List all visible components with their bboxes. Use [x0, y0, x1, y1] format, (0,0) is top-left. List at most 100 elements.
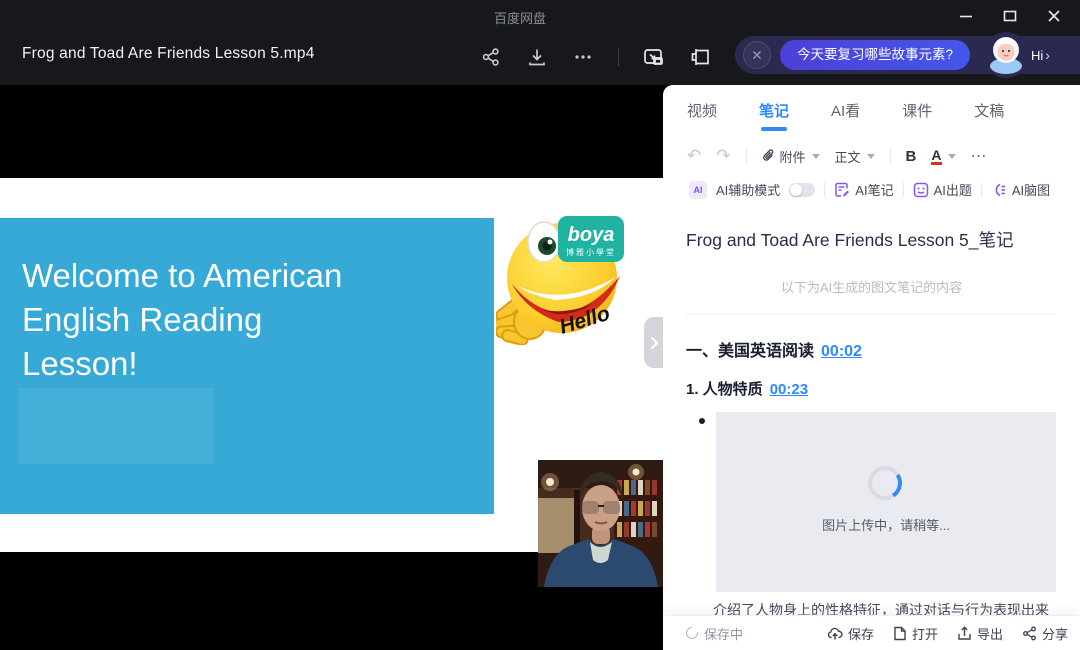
upload-spinner-icon — [865, 463, 905, 503]
open-label: 打开 — [912, 624, 938, 643]
share-nodes-icon — [1022, 626, 1037, 641]
notes-panel: 视频 笔记 AI看 课件 文稿 ↶ ↷ 附件 正文 B — [663, 85, 1080, 650]
toolbar-separator — [890, 149, 891, 164]
toolbar-separator — [746, 149, 747, 164]
panel-tabs: 视频 笔记 AI看 课件 文稿 — [687, 100, 1004, 129]
app-title: 百度网盘 — [440, 8, 600, 27]
paragraph-style-caret-icon — [867, 154, 875, 159]
open-button[interactable]: 打开 — [893, 624, 938, 643]
content-divider — [686, 314, 1056, 315]
share-label: 分享 — [1042, 624, 1068, 643]
attachment-button[interactable]: 附件 — [762, 147, 820, 166]
ai-mode-icon: AI — [689, 181, 707, 199]
assistant-greeting[interactable]: Hi — [1031, 48, 1043, 63]
baidu-netdisk-window: 百度网盘 Frog and Toad Are Friends Lesson 5.… — [0, 0, 1080, 650]
ai-note-button[interactable]: AI笔记 — [834, 180, 893, 199]
font-color-button[interactable]: A — [931, 148, 955, 165]
tab-notes[interactable]: 笔记 — [759, 100, 789, 129]
font-color-label: A — [931, 148, 941, 165]
save-button[interactable]: 保存 — [827, 624, 874, 643]
statusbar-actions: 保存 打开 导出 — [827, 624, 1068, 643]
export-label: 导出 — [977, 624, 1003, 643]
note-title[interactable]: Frog and Toad Are Friends Lesson 5_笔记 — [686, 227, 1014, 252]
note-paragraph-clipped[interactable]: 介绍了人物身上的性格特征，通过对话与行为表现出来 — [713, 600, 1050, 615]
boya-logo-subtitle: 博雅小學堂 — [566, 247, 616, 257]
share-icon[interactable] — [480, 46, 502, 68]
presentation-slide: Welcome to American English Reading Less… — [0, 218, 494, 514]
attachment-caret-icon — [812, 154, 820, 159]
smiley-mascot: boya 博雅小學堂 Hello — [496, 208, 636, 345]
upload-status-text: 图片上传中，请稍等... — [716, 515, 1056, 534]
ai-note-icon — [834, 182, 850, 198]
close-button[interactable] — [1038, 4, 1070, 28]
bold-button[interactable]: B — [906, 148, 917, 165]
video-actions — [480, 42, 711, 72]
toolbar-more-icon[interactable]: ⋯ — [971, 146, 988, 166]
slide-ghost-box — [18, 388, 214, 464]
download-icon[interactable] — [526, 46, 548, 68]
paragraph-style-label: 正文 — [835, 147, 861, 166]
panel-statusbar: 保存中 保存 打开 — [663, 615, 1080, 650]
cast-screen-icon[interactable] — [689, 46, 711, 68]
file-icon — [893, 626, 907, 641]
share-note-button[interactable]: 分享 — [1022, 624, 1068, 643]
header-separator — [618, 48, 619, 66]
ai-mode-toggle[interactable] — [789, 183, 815, 197]
timestamp-link-2[interactable]: 00:23 — [770, 381, 808, 398]
more-options-icon[interactable] — [572, 46, 594, 68]
boya-logo-text: boya — [568, 224, 615, 246]
note-heading-1: 一、美国英语阅读 00:02 — [686, 337, 862, 361]
ai-toolbar-separator — [981, 182, 982, 197]
export-icon — [957, 626, 972, 641]
ai-generated-hint: 以下为AI生成的图文笔记的内容 — [663, 277, 1080, 296]
tab-courseware[interactable]: 课件 — [902, 100, 932, 129]
redo-icon[interactable]: ↷ — [716, 146, 730, 166]
image-upload-placeholder: 图片上传中，请稍等... — [716, 412, 1056, 592]
heading-1-text: 一、美国英语阅读 — [686, 343, 814, 360]
heading-2-text: 1. 人物特质 — [686, 381, 763, 398]
font-color-caret-icon — [948, 154, 956, 159]
ai-mindmap-button[interactable]: AI脑图 — [991, 180, 1050, 199]
ai-mindmap-label: AI脑图 — [1012, 180, 1050, 199]
saving-status: 保存中 — [686, 624, 743, 643]
paperclip-icon — [762, 149, 776, 163]
ai-quiz-icon — [913, 182, 929, 198]
video-filename: Frog and Toad Are Friends Lesson 5.mp4 — [22, 45, 315, 63]
assistant-avatar[interactable] — [983, 32, 1029, 78]
maximize-button[interactable] — [994, 4, 1026, 28]
ai-note-label: AI笔记 — [855, 180, 893, 199]
ai-quiz-label: AI出题 — [934, 180, 972, 199]
ai-assistant-bar: 今天要复习哪些故事元素? Hi › — [735, 36, 1080, 74]
saving-label: 保存中 — [704, 624, 743, 643]
minimize-button[interactable] — [950, 4, 982, 28]
titlebar: 百度网盘 Frog and Toad Are Friends Lesson 5.… — [0, 0, 1080, 85]
assistant-close-icon[interactable] — [743, 41, 771, 69]
assistant-prompt-button[interactable]: 今天要复习哪些故事元素? — [780, 40, 970, 70]
undo-icon[interactable]: ↶ — [687, 146, 701, 166]
cloud-save-icon — [827, 626, 843, 641]
picture-in-picture-icon[interactable] — [643, 46, 665, 68]
list-bullet — [699, 418, 705, 424]
ai-toolbar: AI AI辅助模式 AI笔记 AI出题 — [689, 180, 1074, 199]
boya-logo: boya 博雅小學堂 — [558, 216, 624, 262]
paragraph-style-select[interactable]: 正文 — [835, 147, 875, 166]
tab-video[interactable]: 视频 — [687, 100, 717, 129]
tab-transcript[interactable]: 文稿 — [974, 100, 1004, 129]
teacher-webcam — [538, 460, 663, 587]
panel-collapse-handle[interactable] — [644, 317, 664, 368]
ai-mindmap-icon — [991, 182, 1007, 198]
ai-toolbar-separator — [824, 182, 825, 197]
ai-toolbar-separator — [903, 182, 904, 197]
attachment-label: 附件 — [780, 147, 806, 166]
export-button[interactable]: 导出 — [957, 624, 1003, 643]
saving-spinner-icon — [684, 625, 701, 642]
ai-mode-label: AI辅助模式 — [716, 180, 780, 199]
ai-quiz-button[interactable]: AI出题 — [913, 180, 972, 199]
window-controls — [950, 4, 1070, 28]
editor-toolbar: ↶ ↷ 附件 正文 B A ⋯ — [687, 141, 1068, 171]
assistant-chevron-icon[interactable]: › — [1045, 47, 1050, 63]
note-heading-2: 1. 人物特质 00:23 — [686, 378, 808, 399]
timestamp-link-1[interactable]: 00:02 — [821, 343, 862, 360]
tab-ai-watch[interactable]: AI看 — [831, 100, 860, 129]
slide-title: Welcome to American English Reading Less… — [22, 254, 342, 386]
